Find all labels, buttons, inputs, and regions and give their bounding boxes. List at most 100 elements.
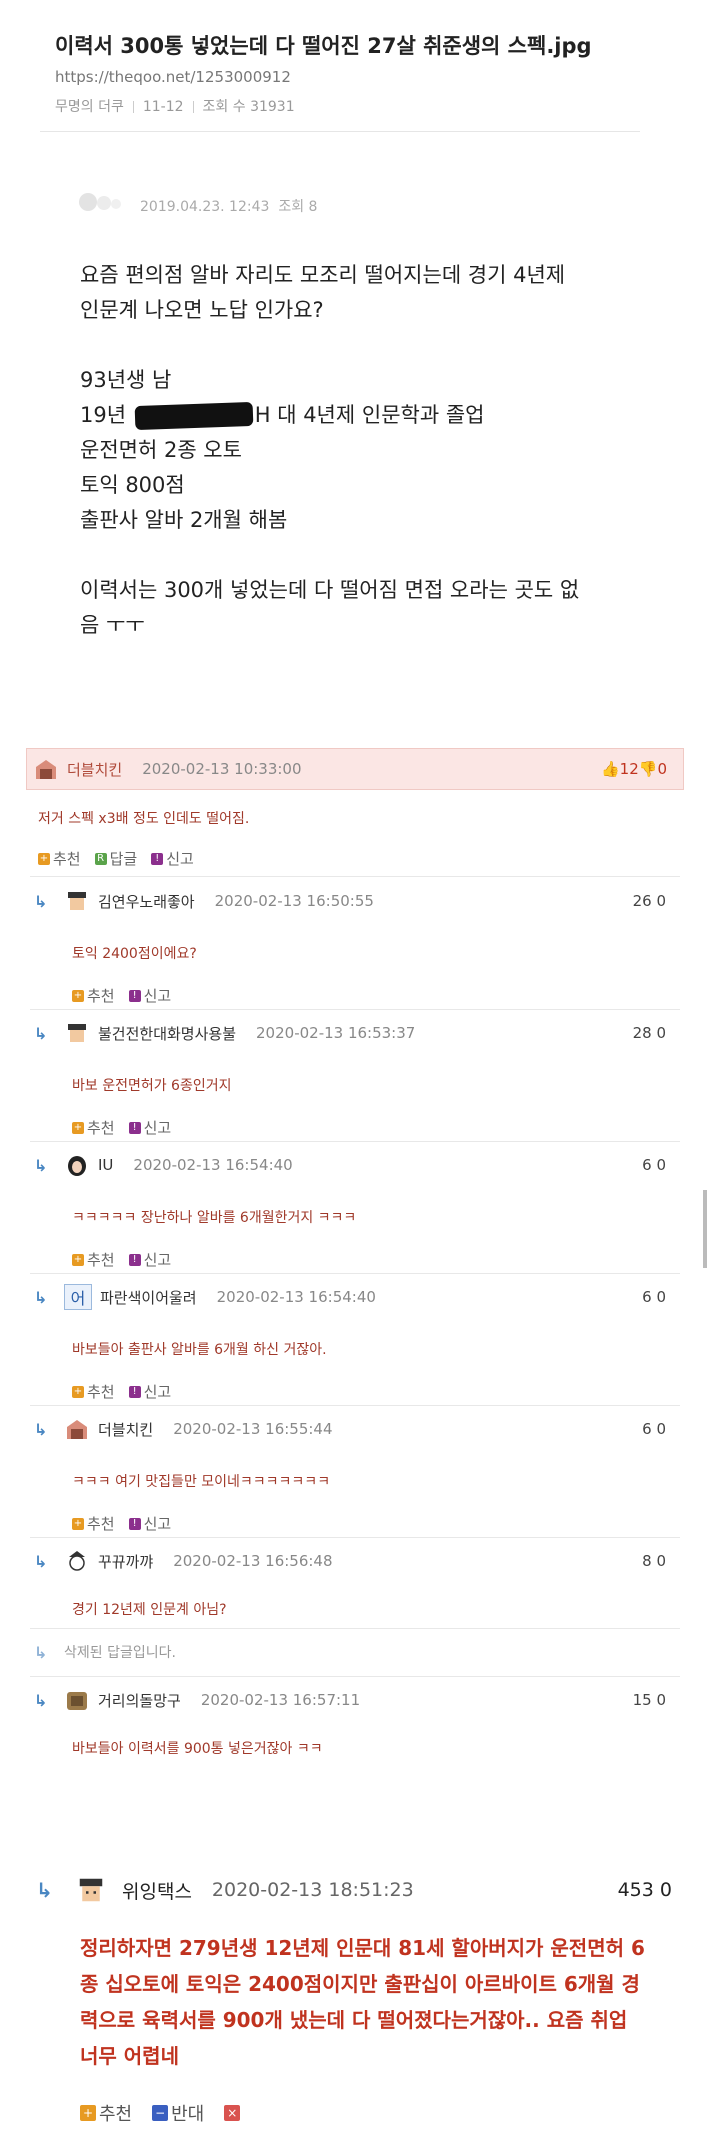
comment-nickname[interactable]: 김연우노래좋아 [98, 891, 195, 912]
scrollbar-thumb[interactable] [703, 1190, 707, 1268]
comment-actions: + 추천 ! 신고 [72, 1513, 710, 1534]
post-date: 11-12 [142, 99, 184, 115]
comment-header: 더블치킨 2020-02-13 10:33:00 👍12👎0 [26, 748, 684, 790]
highlighted-reply: ↳ 위잉택스 2020-02-13 18:51:23 453 0 정리하자면 2… [0, 1868, 710, 2126]
comment-text: ㅋㅋㅋ 여기 맛집들만 모이네ㅋㅋㅋㅋㅋㅋㅋ [72, 1474, 331, 1490]
avatar-icon [33, 757, 59, 781]
post-line: 인문계 나오면 노답 인가요? [80, 298, 324, 322]
reply-comment: ↳ 거리의돌망구 2020-02-13 16:57:11 15 0 바보들아 이… [0, 1680, 710, 1758]
comment-text: ㅋㅋㅋㅋㅋ 장난하나 알바를 6개월한거지 ㅋㅋㅋ [72, 1210, 357, 1226]
reply-button[interactable]: R 답글 [94, 848, 137, 869]
comment-date: 2020-02-13 16:56:48 [173, 1552, 333, 1570]
blue-letter-avatar-icon: 어 [64, 1284, 92, 1310]
comment-date: 2020-02-13 16:53:37 [256, 1024, 416, 1042]
comment-divider [30, 1537, 680, 1538]
page-title: 이력서 300통 넣었는데 다 떨어진 27살 취준생의 스펙.jpg [55, 34, 592, 58]
recommend-button[interactable]: + 추천 [72, 985, 115, 1006]
avatar-icon [64, 889, 90, 913]
reply-arrow-icon: ↳ [34, 1642, 48, 1662]
post-line: 음 ㅜㅜ [80, 613, 145, 637]
comment-date: 2020-02-13 16:57:11 [200, 1691, 361, 1709]
comment-nickname[interactable]: 거리의돌망구 [98, 1690, 181, 1711]
reply-comment: ↳ 불건전한대화명사용불 2020-02-13 16:53:37 28 0 바보… [0, 1013, 710, 1138]
reply-arrow-icon: ↳ [34, 1023, 48, 1043]
deleted-reply: ↳ 삭제된 답글입니다. [0, 1632, 710, 1672]
comment-line: 력으로 육력서를 900개 냈는데 다 떨어졌다는거잖아.. 요즘 취업 [80, 2008, 628, 2032]
post-line: 운전면허 2종 오토 [80, 438, 242, 462]
reply-comment: ↳ 꾸뀨까꺄 2020-02-13 16:56:48 8 0 경기 12년제 인… [0, 1541, 710, 1619]
comment-nickname[interactable]: IU [98, 1156, 113, 1174]
report-button[interactable]: ! 신고 [128, 1381, 172, 1402]
comment-score: 28 0 [632, 1024, 666, 1042]
comment-divider [30, 1676, 680, 1677]
comment-divider [30, 1141, 680, 1142]
comment-nickname[interactable]: 파란색이어울려 [100, 1287, 197, 1308]
report-button[interactable]: ! 신고 [128, 1513, 171, 1534]
comment-divider [30, 1273, 680, 1274]
reply-arrow-icon: ↳ [34, 1419, 48, 1439]
comment-line: 종 십오토에 토익은 2400점이지만 출판십이 아르바이트 6개월 경 [80, 1972, 640, 1996]
avatar-icon [64, 1549, 90, 1573]
recommend-button[interactable]: + 추천 [38, 848, 81, 869]
recommend-button[interactable]: + 추천 [72, 1513, 115, 1534]
reply-arrow-icon: ↳ [34, 1690, 48, 1710]
comment-actions: + 추천 ! 신고 [72, 1117, 710, 1138]
recommend-label: 추천 [99, 2104, 133, 2125]
comment-text: 토익 2400점이에요? [72, 946, 197, 962]
plus-icon: + [72, 1385, 84, 1398]
report-label: 신고 [143, 1251, 172, 1269]
reply-comment: ↳ 어 파란색이어울려 2020-02-13 16:54:40 6 0 바보들아… [0, 1277, 710, 1402]
comment-actions: + 추천 ! 신고 [72, 1381, 710, 1402]
report-icon: ! [128, 1253, 141, 1266]
author-name: 무명의 더쿠 [55, 99, 124, 115]
comment-date: 2020-02-13 16:50:55 [214, 892, 374, 910]
avatar-icon [64, 1688, 90, 1712]
report-icon: ! [128, 1385, 141, 1398]
recommend-button[interactable]: + 추천 [72, 1381, 115, 1402]
meta-divider [192, 101, 194, 113]
comment-divider [30, 876, 680, 877]
comment-nickname[interactable]: 더블치킨 [98, 1419, 153, 1440]
comment-line: 너무 어렵네 [80, 2044, 179, 2068]
comment-divider [30, 1405, 680, 1406]
comment-nickname[interactable]: 불건전한대화명사용불 [98, 1023, 236, 1044]
meta-divider [132, 101, 134, 113]
recommend-button[interactable]: + 추천 [72, 1249, 115, 1270]
report-icon: ! [128, 1517, 141, 1530]
comment-nickname[interactable]: 더블치킨 [67, 759, 122, 780]
recommend-label: 추천 [53, 850, 81, 868]
recommend-button[interactable]: + 추천 [80, 2100, 132, 2126]
report-button[interactable]: ! 신고 [151, 848, 194, 869]
source-url[interactable]: https://theqoo.net/1253000912 [55, 68, 291, 86]
minus-icon: − [152, 2105, 169, 2121]
comment-nickname[interactable]: 꾸뀨까꺄 [98, 1551, 153, 1572]
report-button[interactable]: ! 신고 [128, 1117, 171, 1138]
comment-score: 26 0 [632, 892, 666, 910]
comment-top: 더블치킨 2020-02-13 10:33:00 👍12👎0 저거 스펙 x3배… [0, 748, 710, 869]
comment-divider [30, 1628, 680, 1629]
plus-icon: + [80, 2105, 96, 2121]
thumbs-down-icon[interactable]: 👎 [639, 760, 658, 778]
comment-text: 바보들아 출판사 알바를 6개월 하신 거잖아. [72, 1342, 327, 1358]
report-label: 신고 [143, 1383, 172, 1401]
report-button[interactable]: ! 신고 [128, 1249, 172, 1270]
reply-arrow-icon: ↳ [36, 1878, 53, 1902]
header-divider [40, 131, 640, 132]
report-icon: ! [151, 852, 164, 865]
reply-comment: ↳ 김연우노래좋아 2020-02-13 16:50:55 26 0 토익 24… [0, 881, 710, 1006]
comment-date: 2020-02-13 16:54:40 [216, 1288, 376, 1306]
comment-date: 2020-02-13 16:55:44 [173, 1420, 333, 1438]
recommend-button[interactable]: + 추천 [72, 1117, 115, 1138]
deleted-reply-text: 삭제된 답글입니다. [64, 1645, 176, 1661]
avatar-icon [74, 1875, 108, 1905]
comment-votes: 👍12👎0 [601, 760, 667, 778]
plus-icon: + [72, 989, 84, 1002]
oppose-button[interactable]: − 반대 [152, 2100, 204, 2126]
report-button[interactable]: × [224, 2105, 241, 2121]
comment-nickname[interactable]: 위잉택스 [122, 1877, 192, 1904]
report-button[interactable]: ! 신고 [128, 985, 171, 1006]
reply-arrow-icon: ↳ [34, 1287, 48, 1307]
reply-arrow-icon: ↳ [34, 891, 48, 911]
recommend-label: 추천 [87, 987, 115, 1005]
thumbs-up-icon[interactable]: 👍 [601, 760, 620, 778]
